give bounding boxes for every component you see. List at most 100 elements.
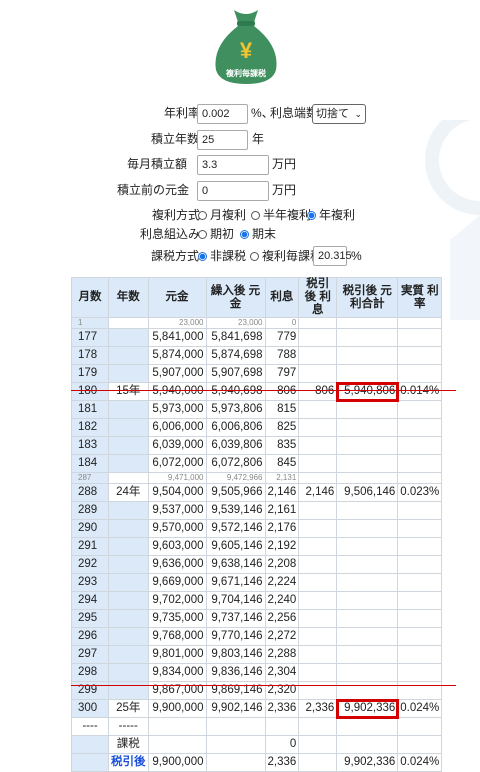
table-cell: 2,224	[264, 573, 300, 592]
table-cell	[397, 573, 443, 592]
table-cell: 9,605,146	[205, 537, 266, 556]
years-input[interactable]: 25	[197, 130, 248, 150]
radio-checked-icon	[198, 252, 207, 261]
table-cell	[397, 501, 443, 520]
table-cell: 806	[264, 382, 300, 401]
rounding-select[interactable]: 切捨て ⌄	[312, 104, 366, 124]
table-cell	[397, 609, 443, 628]
table-cell	[264, 717, 300, 736]
table-cell: 178	[71, 346, 109, 365]
table-cell: 9,570,000	[147, 519, 207, 538]
table-cell: 288	[71, 483, 109, 502]
table-cell	[397, 519, 443, 538]
radio-icon	[251, 211, 260, 220]
table-cell: 2,304	[264, 663, 300, 682]
compound-yearly-radio[interactable]: 年複利	[307, 205, 355, 225]
table-cell: 295	[71, 609, 109, 628]
table-row: 184 6,072,000 6,072,806 845	[71, 454, 443, 473]
table-cell	[397, 537, 443, 556]
table-row: 290 9,570,000 9,572,146 2,176	[71, 519, 443, 538]
table-cell	[298, 645, 338, 664]
table-row: 288 24年 9,504,000 9,505,966 2,146 2,146 9,506,…	[71, 483, 443, 502]
table-cell	[397, 591, 443, 610]
table-row-separator: ---- -----	[71, 717, 443, 736]
table-cell: 177	[71, 328, 109, 347]
tax-free-radio[interactable]: 非課税	[198, 246, 246, 266]
table-cell: 290	[71, 519, 109, 538]
monthly-input[interactable]: 3.3	[197, 155, 269, 175]
table-row: 295 9,735,000 9,737,146 2,256	[71, 609, 443, 628]
table-cell: 9,768,000	[147, 627, 207, 646]
table-cell: 2,176	[264, 519, 300, 538]
compound-halfyear-radio[interactable]: 半年複利	[251, 205, 311, 225]
table-cell: 292	[71, 555, 109, 574]
table-cell: 25年	[108, 699, 149, 718]
table-cell	[298, 717, 338, 736]
table-cell	[397, 317, 443, 329]
interest-end-radio[interactable]: 期末	[240, 224, 276, 244]
table-cell: 9,505,966	[205, 483, 266, 502]
table-cell: 5,841,000	[147, 328, 207, 347]
table-cell	[336, 472, 399, 484]
radio-icon	[250, 252, 259, 261]
table-cell: 9,702,000	[147, 591, 207, 610]
table-cell	[397, 717, 443, 736]
table-cell	[108, 436, 149, 455]
table-cell: 9,834,000	[147, 663, 207, 682]
yen-symbol: ¥	[239, 38, 253, 63]
interest-start-radio[interactable]: 期初	[198, 224, 234, 244]
money-bag-logo: ¥ 複利毎課税	[208, 6, 284, 86]
tax-compound-radio[interactable]: 複利毎課税	[250, 246, 322, 266]
radio-checked-icon	[307, 211, 316, 220]
rounding-select-value: 切捨て	[316, 108, 349, 120]
table-row: 293 9,669,000 9,671,146 2,224	[71, 573, 443, 592]
table-cell: 5,874,698	[205, 346, 266, 365]
initial-label: 積立前の元金	[117, 183, 190, 197]
table-cell	[71, 753, 109, 772]
table-cell: 9,537,000	[147, 501, 207, 520]
table-cell	[298, 735, 338, 754]
compound-label: 複利方式	[152, 208, 201, 222]
compound-monthly-radio[interactable]: 月複利	[198, 205, 246, 225]
radio-icon	[198, 230, 207, 239]
table-cell: 2,161	[264, 501, 300, 520]
table-cell: 2,272	[264, 627, 300, 646]
table-cell	[336, 418, 399, 437]
table-cell	[108, 346, 149, 365]
header-real-rate: 実質 利率	[397, 277, 443, 318]
tax-rate-input[interactable]: 20.315	[313, 246, 352, 266]
table-cell: 2,146	[298, 483, 338, 502]
table-cell: 2,336	[264, 753, 300, 772]
table-cell	[147, 735, 207, 754]
table-cell	[108, 645, 149, 664]
table-cell	[336, 436, 399, 455]
table-cell: 797	[264, 364, 300, 383]
initial-input[interactable]: 0	[197, 181, 269, 201]
table-cell: 9,803,146	[205, 645, 266, 664]
table-cell	[298, 537, 338, 556]
table-cell	[298, 472, 338, 484]
header-net-total: 税引後 元利合計	[336, 277, 399, 318]
table-cell: 5,940,698	[205, 382, 266, 401]
table-cell: 5,973,000	[147, 400, 207, 419]
table-cell	[298, 501, 338, 520]
table-row: 296 9,768,000 9,770,146 2,272	[71, 627, 443, 646]
table-cell: 9,603,000	[147, 537, 207, 556]
table-cell: ----	[71, 717, 109, 736]
table-cell	[108, 501, 149, 520]
table-row: 298 9,834,000 9,836,146 2,304	[71, 663, 443, 682]
table-cell: 2,146	[264, 483, 300, 502]
table-cell: 182	[71, 418, 109, 437]
tax-rate-unit: %	[351, 249, 362, 263]
header-interest: 利息	[264, 277, 300, 318]
table-cell	[298, 418, 338, 437]
rate-label: 年利率	[164, 106, 201, 120]
table-cell	[397, 328, 443, 347]
header-month: 月数	[71, 277, 109, 318]
table-cell	[336, 346, 399, 365]
table-cell: 0.023%	[397, 483, 443, 502]
logo-text: 複利毎課税	[226, 69, 266, 78]
rate-input[interactable]: 0.002	[197, 104, 248, 124]
table-cell: 0	[264, 317, 300, 329]
table-cell	[336, 537, 399, 556]
